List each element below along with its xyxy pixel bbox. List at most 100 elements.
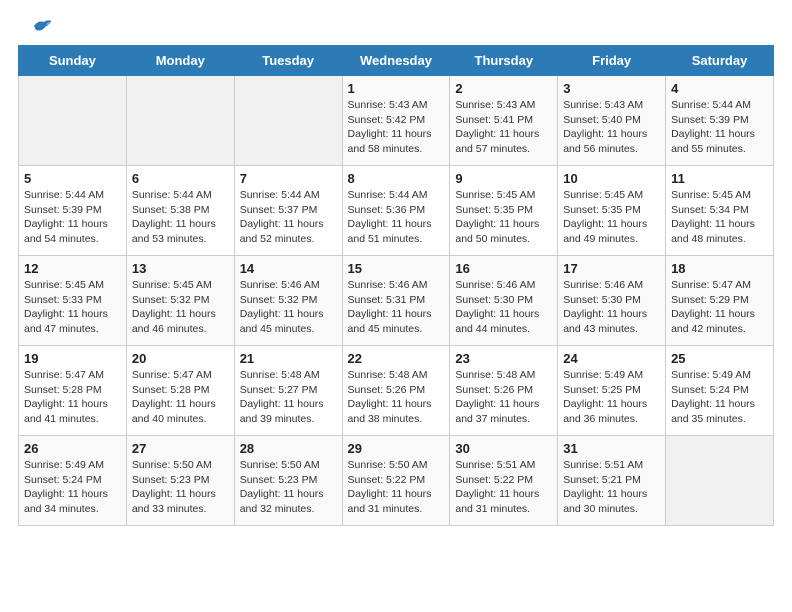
- day-number: 25: [671, 351, 768, 366]
- day-number: 27: [132, 441, 229, 456]
- day-number: 8: [348, 171, 445, 186]
- week-row-3: 12 Sunrise: 5:45 AM Sunset: 5:33 PM Dayli…: [19, 256, 774, 346]
- day-info: Sunrise: 5:46 AM Sunset: 5:31 PM Dayligh…: [348, 279, 432, 335]
- day-cell-18: 18 Sunrise: 5:47 AM Sunset: 5:29 PM Dayli…: [666, 256, 774, 346]
- day-number: 26: [24, 441, 121, 456]
- day-header-friday: Friday: [558, 46, 666, 76]
- day-number: 2: [455, 81, 552, 96]
- week-row-5: 26 Sunrise: 5:49 AM Sunset: 5:24 PM Dayli…: [19, 436, 774, 526]
- day-number: 9: [455, 171, 552, 186]
- day-cell-22: 22 Sunrise: 5:48 AM Sunset: 5:26 PM Dayli…: [342, 346, 450, 436]
- day-number: 5: [24, 171, 121, 186]
- day-number: 14: [240, 261, 337, 276]
- day-info: Sunrise: 5:44 AM Sunset: 5:37 PM Dayligh…: [240, 189, 324, 245]
- day-cell-4: 4Sunrise: 5:44 AM Sunset: 5:39 PM Daylig…: [666, 76, 774, 166]
- day-number: 20: [132, 351, 229, 366]
- day-cell-11: 11 Sunrise: 5:45 AM Sunset: 5:34 PM Dayli…: [666, 166, 774, 256]
- day-number: 1: [348, 81, 445, 96]
- day-header-sunday: Sunday: [19, 46, 127, 76]
- day-number: 11: [671, 171, 768, 186]
- day-cell-31: 31 Sunrise: 5:51 AM Sunset: 5:21 PM Dayli…: [558, 436, 666, 526]
- week-row-4: 19 Sunrise: 5:47 AM Sunset: 5:28 PM Dayli…: [19, 346, 774, 436]
- calendar: SundayMondayTuesdayWednesdayThursdayFrid…: [0, 45, 792, 544]
- day-info: Sunrise: 5:44 AM Sunset: 5:39 PM Dayligh…: [24, 189, 108, 245]
- day-number: 7: [240, 171, 337, 186]
- day-cell-30: 30Sunrise: 5:51 AM Sunset: 5:22 PM Dayli…: [450, 436, 558, 526]
- day-info: Sunrise: 5:46 AM Sunset: 5:30 PM Dayligh…: [563, 279, 647, 335]
- day-number: 22: [348, 351, 445, 366]
- day-info: Sunrise: 5:43 AM Sunset: 5:41 PM Dayligh…: [455, 99, 539, 155]
- day-info: Sunrise: 5:49 AM Sunset: 5:24 PM Dayligh…: [671, 369, 755, 425]
- day-number: 31: [563, 441, 660, 456]
- day-header-thursday: Thursday: [450, 46, 558, 76]
- day-number: 23: [455, 351, 552, 366]
- day-info: Sunrise: 5:48 AM Sunset: 5:26 PM Dayligh…: [348, 369, 432, 425]
- day-info: Sunrise: 5:50 AM Sunset: 5:22 PM Dayligh…: [348, 459, 432, 515]
- day-header-tuesday: Tuesday: [234, 46, 342, 76]
- day-cell-9: 9 Sunrise: 5:45 AM Sunset: 5:35 PM Daylig…: [450, 166, 558, 256]
- day-headers-row: SundayMondayTuesdayWednesdayThursdayFrid…: [19, 46, 774, 76]
- day-cell-13: 13Sunrise: 5:45 AM Sunset: 5:32 PM Dayli…: [126, 256, 234, 346]
- day-info: Sunrise: 5:51 AM Sunset: 5:22 PM Dayligh…: [455, 459, 539, 515]
- day-cell-1: 1 Sunrise: 5:43 AM Sunset: 5:42 PM Daylig…: [342, 76, 450, 166]
- calendar-table: SundayMondayTuesdayWednesdayThursdayFrid…: [18, 45, 774, 526]
- day-info: Sunrise: 5:45 AM Sunset: 5:34 PM Dayligh…: [671, 189, 755, 245]
- empty-cell: [666, 436, 774, 526]
- logo-bird-icon: [32, 18, 52, 34]
- day-number: 10: [563, 171, 660, 186]
- day-cell-20: 20 Sunrise: 5:47 AM Sunset: 5:28 PM Dayli…: [126, 346, 234, 436]
- day-cell-28: 28 Sunrise: 5:50 AM Sunset: 5:23 PM Dayli…: [234, 436, 342, 526]
- day-number: 21: [240, 351, 337, 366]
- day-number: 6: [132, 171, 229, 186]
- day-number: 13: [132, 261, 229, 276]
- day-cell-24: 24 Sunrise: 5:49 AM Sunset: 5:25 PM Dayli…: [558, 346, 666, 436]
- day-number: 18: [671, 261, 768, 276]
- day-cell-5: 5 Sunrise: 5:44 AM Sunset: 5:39 PM Daylig…: [19, 166, 127, 256]
- day-info: Sunrise: 5:44 AM Sunset: 5:39 PM Dayligh…: [671, 99, 755, 155]
- day-info: Sunrise: 5:47 AM Sunset: 5:29 PM Dayligh…: [671, 279, 755, 335]
- day-header-monday: Monday: [126, 46, 234, 76]
- day-info: Sunrise: 5:49 AM Sunset: 5:24 PM Dayligh…: [24, 459, 108, 515]
- day-cell-12: 12 Sunrise: 5:45 AM Sunset: 5:33 PM Dayli…: [19, 256, 127, 346]
- day-info: Sunrise: 5:45 AM Sunset: 5:35 PM Dayligh…: [563, 189, 647, 245]
- day-info: Sunrise: 5:51 AM Sunset: 5:21 PM Dayligh…: [563, 459, 647, 515]
- empty-cell: [126, 76, 234, 166]
- day-cell-23: 23Sunrise: 5:48 AM Sunset: 5:26 PM Dayli…: [450, 346, 558, 436]
- day-info: Sunrise: 5:50 AM Sunset: 5:23 PM Dayligh…: [132, 459, 216, 515]
- page-header: [0, 0, 792, 45]
- day-cell-26: 26 Sunrise: 5:49 AM Sunset: 5:24 PM Dayli…: [19, 436, 127, 526]
- day-header-wednesday: Wednesday: [342, 46, 450, 76]
- day-info: Sunrise: 5:47 AM Sunset: 5:28 PM Dayligh…: [132, 369, 216, 425]
- day-number: 15: [348, 261, 445, 276]
- day-cell-15: 15 Sunrise: 5:46 AM Sunset: 5:31 PM Dayli…: [342, 256, 450, 346]
- day-number: 16: [455, 261, 552, 276]
- day-info: Sunrise: 5:45 AM Sunset: 5:35 PM Dayligh…: [455, 189, 539, 245]
- logo: [30, 18, 52, 39]
- day-cell-8: 8Sunrise: 5:44 AM Sunset: 5:36 PM Daylig…: [342, 166, 450, 256]
- day-info: Sunrise: 5:45 AM Sunset: 5:33 PM Dayligh…: [24, 279, 108, 335]
- day-number: 19: [24, 351, 121, 366]
- day-cell-27: 27 Sunrise: 5:50 AM Sunset: 5:23 PM Dayli…: [126, 436, 234, 526]
- day-cell-7: 7 Sunrise: 5:44 AM Sunset: 5:37 PM Daylig…: [234, 166, 342, 256]
- empty-cell: [234, 76, 342, 166]
- day-cell-21: 21Sunrise: 5:48 AM Sunset: 5:27 PM Dayli…: [234, 346, 342, 436]
- day-cell-16: 16 Sunrise: 5:46 AM Sunset: 5:30 PM Dayli…: [450, 256, 558, 346]
- day-header-saturday: Saturday: [666, 46, 774, 76]
- day-cell-19: 19Sunrise: 5:47 AM Sunset: 5:28 PM Dayli…: [19, 346, 127, 436]
- day-number: 3: [563, 81, 660, 96]
- day-cell-14: 14 Sunrise: 5:46 AM Sunset: 5:32 PM Dayli…: [234, 256, 342, 346]
- day-cell-10: 10 Sunrise: 5:45 AM Sunset: 5:35 PM Dayli…: [558, 166, 666, 256]
- day-cell-3: 3Sunrise: 5:43 AM Sunset: 5:40 PM Daylig…: [558, 76, 666, 166]
- day-number: 12: [24, 261, 121, 276]
- day-info: Sunrise: 5:46 AM Sunset: 5:32 PM Dayligh…: [240, 279, 324, 335]
- day-info: Sunrise: 5:46 AM Sunset: 5:30 PM Dayligh…: [455, 279, 539, 335]
- day-cell-29: 29 Sunrise: 5:50 AM Sunset: 5:22 PM Dayli…: [342, 436, 450, 526]
- day-info: Sunrise: 5:43 AM Sunset: 5:42 PM Dayligh…: [348, 99, 432, 155]
- week-row-1: 1 Sunrise: 5:43 AM Sunset: 5:42 PM Daylig…: [19, 76, 774, 166]
- day-number: 29: [348, 441, 445, 456]
- empty-cell: [19, 76, 127, 166]
- day-number: 28: [240, 441, 337, 456]
- day-info: Sunrise: 5:49 AM Sunset: 5:25 PM Dayligh…: [563, 369, 647, 425]
- day-info: Sunrise: 5:50 AM Sunset: 5:23 PM Dayligh…: [240, 459, 324, 515]
- day-number: 24: [563, 351, 660, 366]
